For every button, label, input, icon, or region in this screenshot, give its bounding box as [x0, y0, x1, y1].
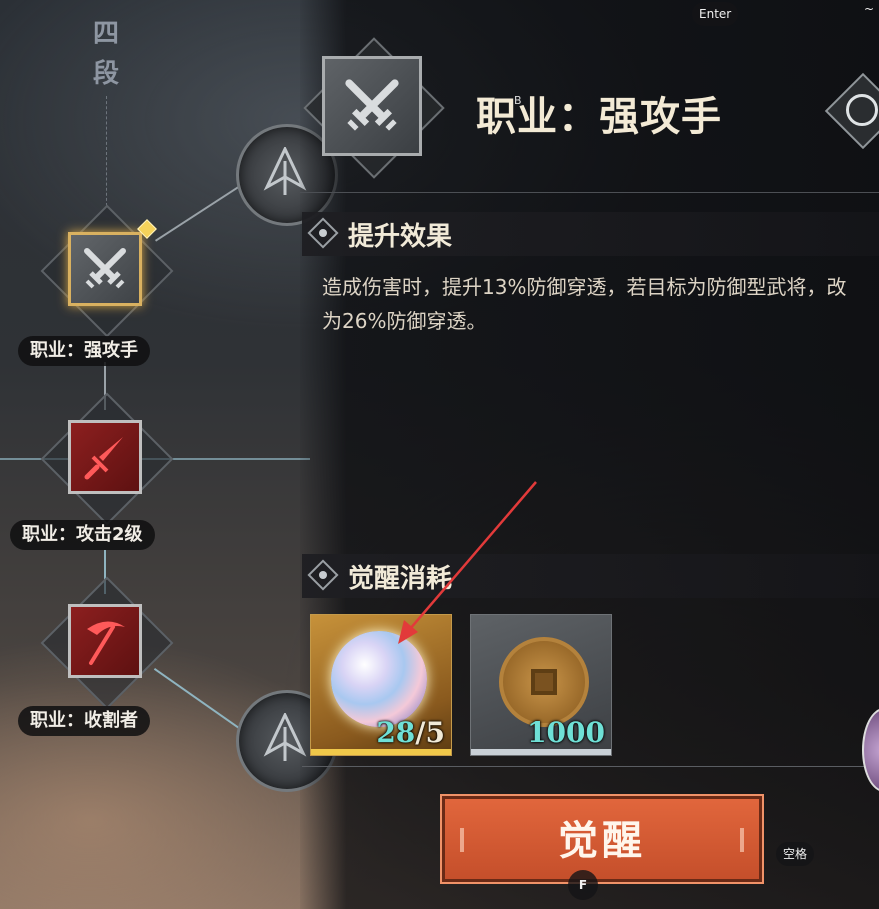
- eye-icon: [307, 559, 339, 591]
- tree-node-strike[interactable]: [40, 204, 174, 338]
- rarity-bar: [311, 749, 451, 755]
- stage-divider: [106, 96, 107, 206]
- crossed-swords-icon: [345, 79, 399, 131]
- hotkey-hint-b: B: [514, 94, 522, 107]
- annotation-arrow-icon: [398, 481, 537, 644]
- awaken-button[interactable]: 觉醒: [440, 794, 764, 884]
- hotkey-hint-enter: Enter: [692, 2, 739, 26]
- item-quantity: 28/5: [376, 716, 445, 749]
- button-ornament: [740, 828, 744, 852]
- rarity-bar: [471, 749, 611, 755]
- node-tile: [68, 232, 142, 306]
- node-label: 职业：攻击2级: [10, 520, 155, 550]
- node-tile: [68, 604, 142, 678]
- coin-icon: [499, 637, 589, 727]
- effect-description: 造成伤害时，提升13%防御穿透，若目标为防御型武将，改为26%防御穿透。: [322, 275, 847, 333]
- stage-char-1: 四: [92, 19, 119, 49]
- cost-section-header: 觉醒消耗: [302, 554, 879, 598]
- divider: [300, 192, 879, 193]
- node-tile: [68, 420, 142, 494]
- emblem-tile: [322, 56, 422, 156]
- tree-node-attack2[interactable]: [40, 392, 174, 526]
- page-title: 职业：强攻手: [476, 93, 722, 140]
- button-ornament: [460, 828, 464, 852]
- eye-icon: [307, 217, 339, 249]
- scythe-icon: [87, 621, 125, 665]
- node-label: 职业：收割者: [18, 706, 150, 736]
- crossed-swords-icon: [84, 248, 126, 289]
- coin-hole: [531, 669, 557, 695]
- class-emblem: [302, 36, 445, 179]
- sword-icon: [84, 437, 123, 480]
- item-quantity: 1000: [527, 716, 605, 749]
- hotkey-hint-space: 空格: [776, 842, 815, 866]
- quantity-owned: 1000: [527, 716, 605, 749]
- connector-line: [153, 668, 246, 733]
- connector-line: [155, 180, 249, 242]
- stage-char-2: 段: [92, 59, 119, 89]
- refresh-icon: [846, 94, 878, 126]
- quantity-owned: 28: [376, 716, 416, 749]
- tree-node-reaper[interactable]: [40, 576, 174, 710]
- stage-label: 四 段: [88, 14, 124, 94]
- node-label: 职业：强攻手: [18, 336, 150, 366]
- section-title: 提升效果: [348, 222, 453, 252]
- hotkey-hint-f: F: [568, 870, 598, 900]
- hotkey-hint-tilde: ~: [864, 2, 875, 16]
- effect-section-header: 提升效果: [302, 212, 879, 256]
- divider: [302, 766, 879, 767]
- awaken-button-label: 觉醒: [558, 817, 646, 864]
- quantity-required: /5: [415, 716, 445, 749]
